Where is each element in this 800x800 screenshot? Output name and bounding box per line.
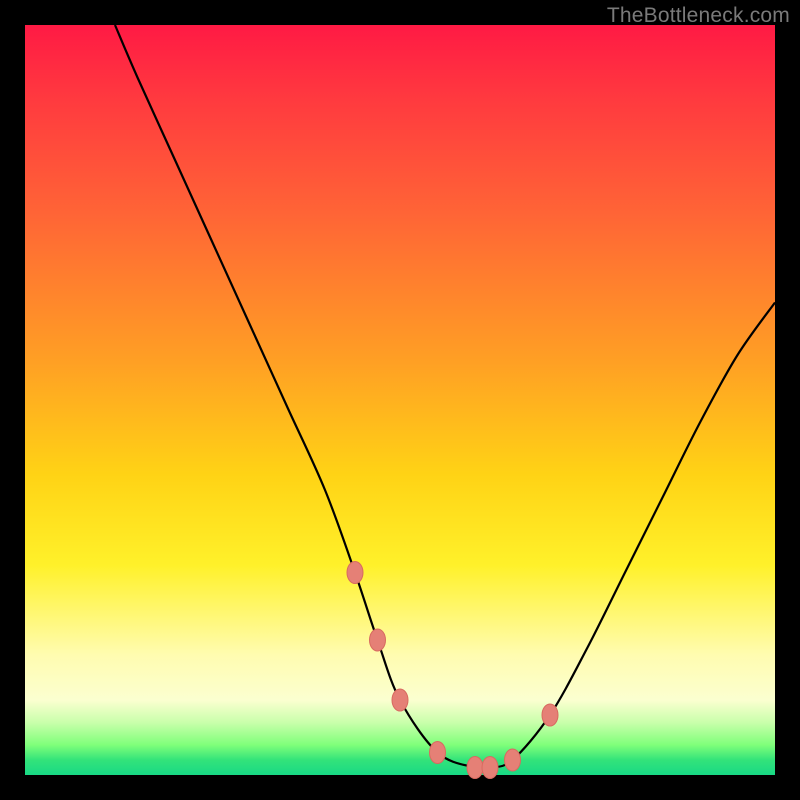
marker-point [505,749,521,771]
marker-point [482,757,498,779]
bottleneck-curve [25,25,775,775]
chart-frame: TheBottleneck.com [0,0,800,800]
marker-point [542,704,558,726]
plot-area [25,25,775,775]
watermark-text: TheBottleneck.com [607,4,790,28]
marker-point [370,629,386,651]
marker-point [392,689,408,711]
curve-line [115,25,775,769]
marker-point [347,562,363,584]
marker-point [430,742,446,764]
marker-point [467,757,483,779]
